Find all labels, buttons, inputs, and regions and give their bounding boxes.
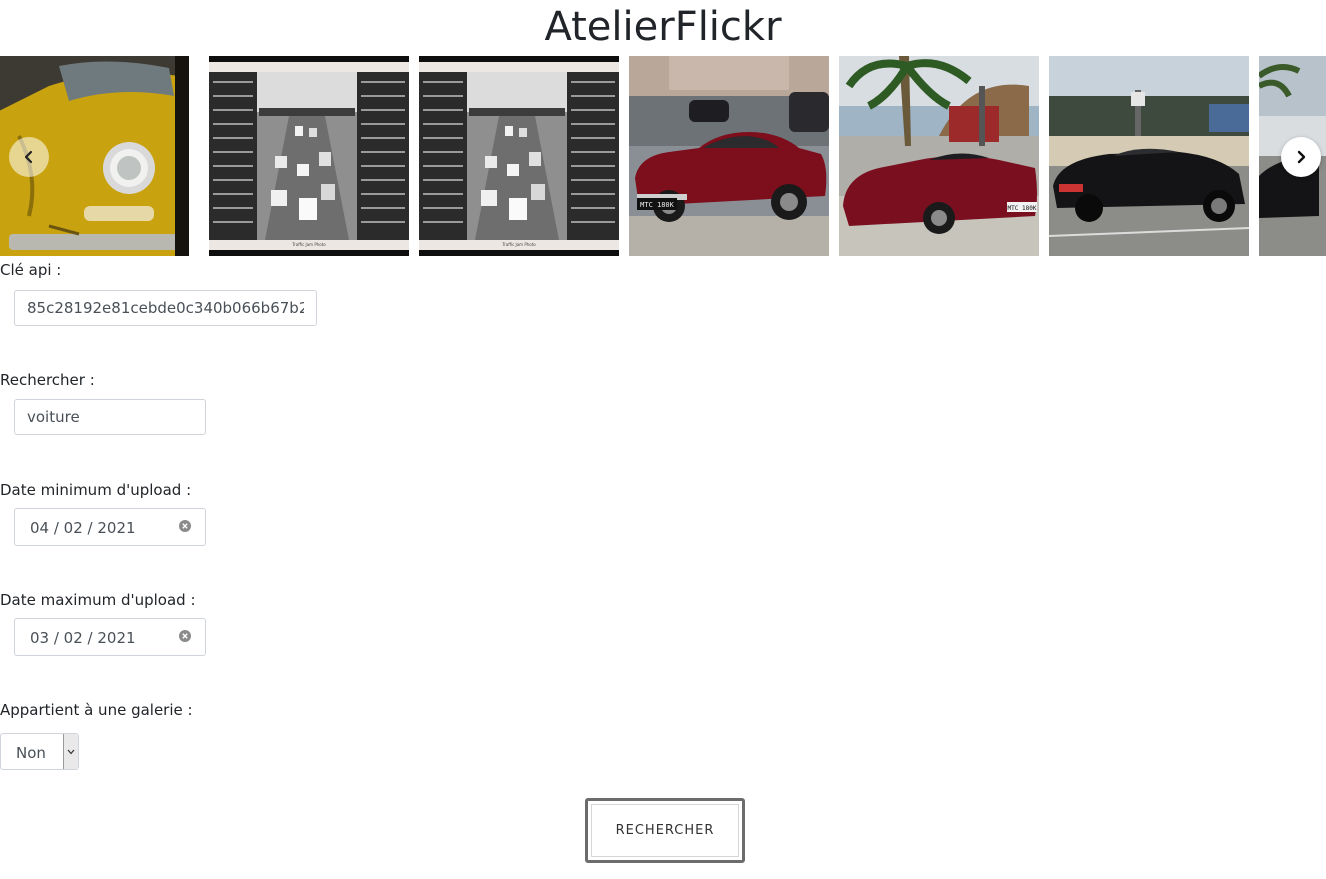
carousel-slide[interactable] bbox=[1049, 56, 1249, 256]
api-key-input[interactable] bbox=[14, 290, 317, 326]
search-input[interactable] bbox=[14, 399, 206, 435]
gallery-select[interactable]: Non bbox=[0, 733, 79, 770]
date-max-label: Date maximum d'upload : bbox=[0, 591, 196, 609]
black-car-photo bbox=[1049, 56, 1249, 256]
carousel-slide[interactable]: MTC 180K bbox=[629, 56, 829, 256]
carousel-next-button[interactable] bbox=[1281, 137, 1321, 177]
page-title: AtelierFlickr bbox=[544, 4, 782, 50]
date-min-value: 04 / 02 / 2021 bbox=[30, 519, 136, 537]
carousel-slide[interactable]: Traffic Jam Photo bbox=[419, 56, 619, 256]
carousel-prev-button[interactable] bbox=[9, 137, 49, 177]
date-max-field[interactable]: 03 / 02 / 2021 bbox=[14, 618, 206, 656]
license-plate: MTC 180K bbox=[640, 201, 675, 209]
photo-caption: Traffic Jam Photo bbox=[291, 242, 326, 247]
clear-icon[interactable] bbox=[179, 630, 191, 642]
carousel-slide[interactable]: MTC 180K bbox=[839, 56, 1039, 256]
license-plate: MTC 180K bbox=[1008, 205, 1037, 212]
date-min-label: Date minimum d'upload : bbox=[0, 481, 192, 499]
chevron-down-icon bbox=[63, 734, 78, 769]
date-min-field[interactable]: 04 / 02 / 2021 bbox=[14, 508, 206, 546]
carousel-slide[interactable]: Traffic Jam Photo bbox=[209, 56, 409, 256]
photo-caption: Traffic Jam Photo bbox=[501, 242, 536, 247]
api-key-label: Clé api : bbox=[0, 261, 62, 279]
highway-photo: Traffic Jam Photo bbox=[419, 56, 619, 256]
gallery-label: Appartient à une galerie : bbox=[0, 701, 193, 719]
gallery-selected-value: Non bbox=[16, 744, 46, 762]
red-roadster-photo: MTC 180K bbox=[629, 56, 829, 256]
image-carousel: Traffic Jam Photo Traffic Jam Photo MTC … bbox=[0, 56, 1326, 256]
search-label: Rechercher : bbox=[0, 371, 95, 389]
search-button[interactable]: RECHERCHER bbox=[585, 798, 745, 863]
highway-photo: Traffic Jam Photo bbox=[209, 56, 409, 256]
chevron-left-icon bbox=[24, 150, 33, 164]
date-max-value: 03 / 02 / 2021 bbox=[30, 629, 136, 647]
chevron-right-icon bbox=[1297, 150, 1306, 164]
clear-icon[interactable] bbox=[179, 520, 191, 532]
red-roadster-rear-photo: MTC 180K bbox=[839, 56, 1039, 256]
search-button-label: RECHERCHER bbox=[591, 804, 739, 857]
